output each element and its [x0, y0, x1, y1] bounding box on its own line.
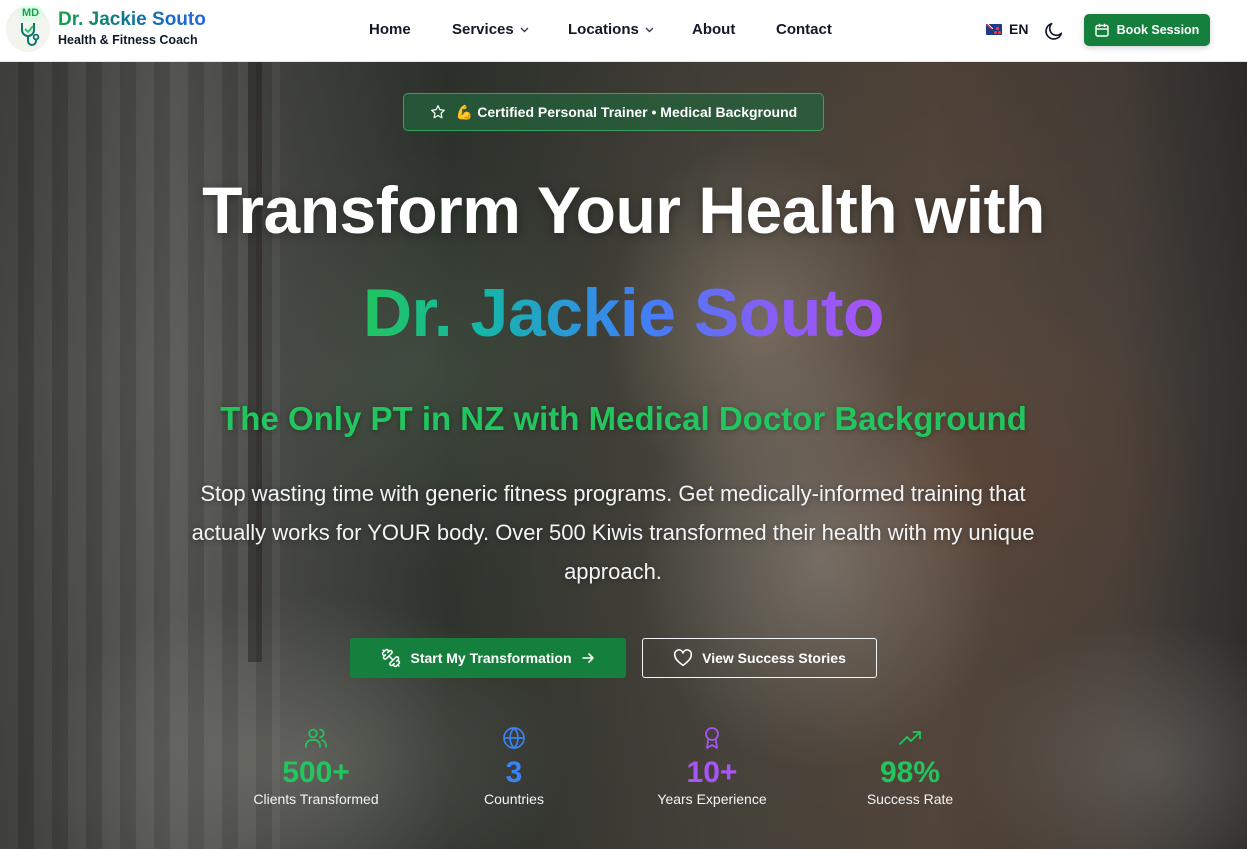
stethoscope-icon	[21, 23, 40, 46]
stat-experience: 10+ Years Experience	[612, 726, 812, 807]
hero-subheadline: The Only PT in NZ with Medical Doctor Ba…	[220, 400, 1027, 437]
view-success-stories-button[interactable]: View Success Stories	[642, 638, 877, 678]
book-session-button[interactable]: Book Session	[1084, 14, 1210, 46]
hero-description: Stop wasting time with generic fitness p…	[191, 481, 1035, 584]
nav-services-label: Services	[452, 21, 514, 38]
stat-countries: 3 Countries	[414, 726, 614, 807]
brand-name: Dr. Jackie Souto	[58, 9, 206, 30]
nav-home[interactable]: Home	[369, 21, 411, 38]
nz-flag-icon	[986, 23, 1002, 35]
stat-countries-value: 3	[505, 756, 523, 789]
language-selector[interactable]: EN	[986, 21, 1028, 37]
certification-badge: 💪 Certified Personal Trainer • Medical B…	[403, 93, 824, 131]
trending-up-icon	[899, 731, 921, 745]
stat-countries-label: Countries	[484, 791, 544, 807]
hero-name-gradient-text: Dr. Jackie Souto	[362, 275, 885, 351]
calendar-icon	[1094, 23, 1109, 37]
nav-contact[interactable]: Contact	[776, 21, 832, 38]
hero-headline-name: Dr. Jackie Souto	[0, 272, 1247, 354]
start-transformation-label: Start My Transformation	[410, 650, 572, 666]
brand-tagline: Health & Fitness Coach	[58, 33, 198, 47]
globe-icon	[503, 726, 525, 750]
stat-experience-value: 10+	[686, 756, 738, 789]
stat-clients: 500+ Clients Transformed	[216, 726, 416, 807]
chevron-down-icon	[645, 27, 654, 32]
navbar: MD Dr. Jackie Souto Health & Fitness Coa…	[0, 0, 1247, 62]
stat-experience-label: Years Experience	[657, 791, 767, 807]
arrow-right-icon	[581, 653, 594, 663]
nav-locations[interactable]: Locations	[568, 21, 654, 38]
moon-icon[interactable]	[1043, 20, 1065, 42]
certification-text: Certified Personal Trainer • Medical Bac…	[477, 104, 798, 120]
nav-about[interactable]: About	[692, 21, 735, 38]
chevron-down-icon	[520, 27, 529, 32]
view-success-stories-label: View Success Stories	[702, 650, 846, 666]
flexed-biceps-emoji: 💪	[455, 103, 474, 120]
hero-section: 💪 Certified Personal Trainer • Medical B…	[0, 62, 1247, 849]
md-badge: MD	[18, 6, 44, 21]
dumbbell-icon	[382, 648, 401, 668]
nav-services[interactable]: Services	[452, 21, 529, 38]
language-label: EN	[1009, 21, 1029, 37]
stat-clients-value: 500+	[282, 756, 350, 789]
stat-success-rate-value: 98%	[879, 756, 941, 789]
stat-success-rate-label: Success Rate	[866, 791, 954, 807]
nav-locations-label: Locations	[568, 21, 639, 38]
hero-headline: Transform Your Health with	[202, 173, 1045, 247]
start-transformation-button[interactable]: Start My Transformation	[350, 638, 626, 678]
stat-clients-label: Clients Transformed	[253, 791, 379, 807]
stat-success-rate: 98% Success Rate	[810, 726, 1010, 807]
users-icon	[305, 728, 327, 748]
award-icon	[705, 727, 719, 749]
book-session-label: Book Session	[1116, 23, 1200, 37]
heart-icon	[674, 649, 693, 667]
star-icon	[430, 105, 445, 119]
brand-logo: MD	[6, 6, 50, 52]
brand-logo-link[interactable]: MD Dr. Jackie Souto Health & Fitness Coa…	[6, 6, 206, 52]
